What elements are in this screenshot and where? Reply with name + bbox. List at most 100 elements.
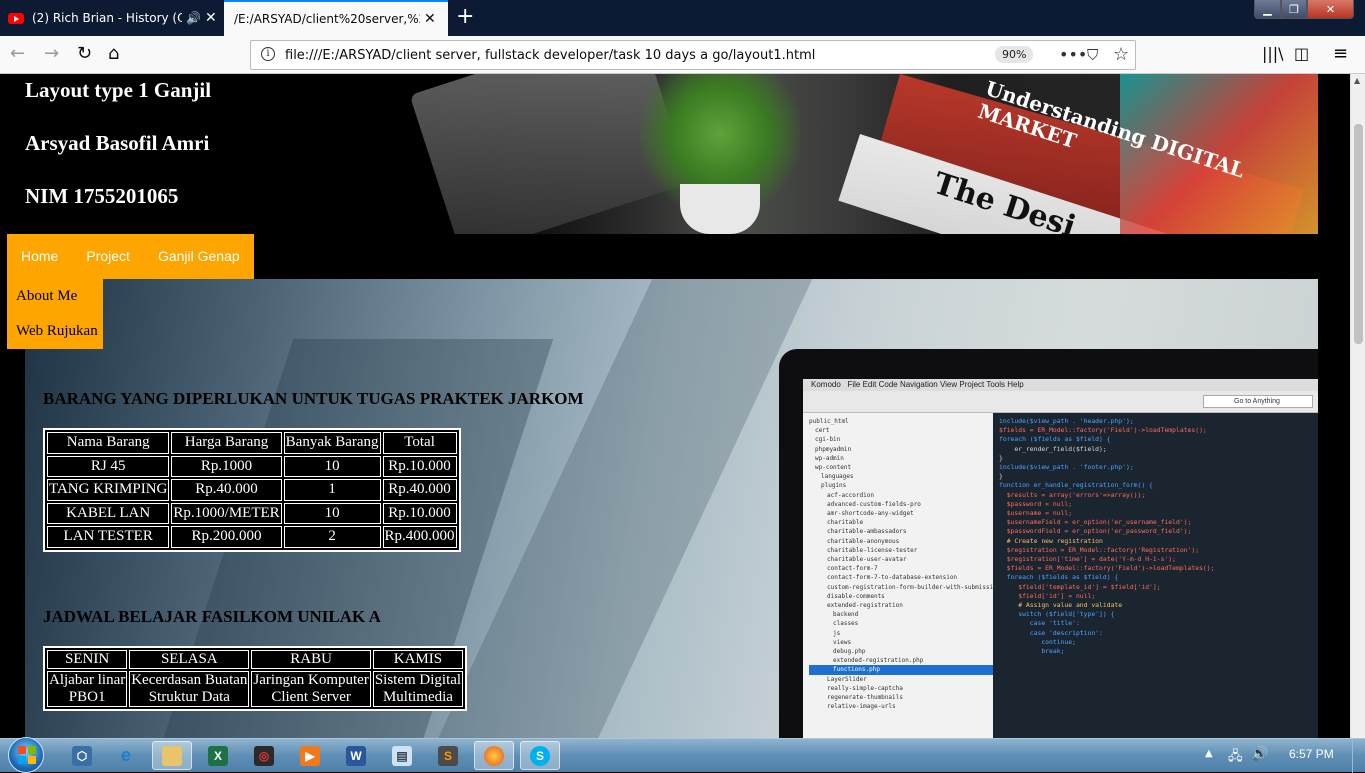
ide-file-tree: public_html cert cgi-bin phpmyadmin wp-admin… <box>803 413 993 738</box>
vertical-scrollbar[interactable]: ▲ <box>1350 74 1365 738</box>
ide-code-line: continue; <box>999 637 1076 646</box>
ide-code-line: break; <box>999 647 1065 656</box>
back-arrow-icon[interactable]: ← <box>10 44 25 64</box>
taskbar-word[interactable]: W <box>336 741 376 770</box>
ide-tree-item: cert <box>815 427 830 435</box>
zoom-level-badge[interactable]: 90% <box>995 46 1034 63</box>
taskbar-media-player[interactable]: ▶ <box>290 741 330 770</box>
table-cell: Rp.40.000 <box>171 479 282 501</box>
new-tab-button[interactable]: + <box>456 4 474 29</box>
dropdown-web-rujukan[interactable]: Web Rujukan <box>16 323 98 340</box>
tab-youtube[interactable]: (2) Rich Brian - History (Offi 🔊 ✕ <box>0 0 222 36</box>
bookmark-star-icon[interactable]: ☆ <box>1113 44 1129 65</box>
close-tab-icon[interactable]: ✕ <box>205 10 217 26</box>
nav-home-link[interactable]: Home <box>7 234 72 279</box>
ide-code-line: $passwordField = er_option('er_password_… <box>999 527 1192 536</box>
ide-tree-item: contact-form-7 <box>827 565 878 573</box>
section-title-barang: BARANG YANG DIPERLUKAN UNTUK TUGAS PRAKT… <box>43 389 584 408</box>
ide-tree-item: acf-accordion <box>827 491 874 499</box>
excel-icon: X <box>208 745 228 766</box>
minimize-button[interactable]: ▁ <box>1254 0 1281 19</box>
table-cell: Rp.1000/METER <box>171 502 282 524</box>
navigation-toolbar: ← → ↻ ⌂ i file:///E:/ARSYAD/client serve… <box>0 36 1365 74</box>
taskbar-skype[interactable]: S <box>520 741 560 770</box>
taskbar-sublime[interactable]: S <box>428 741 468 770</box>
taskbar-internet-explorer[interactable]: e <box>106 741 146 770</box>
laptop-screen: Komodo File Edit Code Navigation View Pr… <box>803 379 1318 738</box>
subject-line: Struktur Data <box>148 689 230 705</box>
ide-code-line: include($view_path . 'footer.php'); <box>999 463 1134 472</box>
system-clock[interactable]: 6:57 PM <box>1289 747 1334 761</box>
table-cell: 2 <box>283 526 381 548</box>
ide-code-editor: include($view_path . 'header.php'); $fiel… <box>993 413 1318 738</box>
ide-menu: File Edit Code Navigation View Project T… <box>847 380 1024 389</box>
table-cell: 10 <box>283 455 381 477</box>
taskbar-app-red[interactable]: ◎ <box>244 741 284 770</box>
taskbar-excel[interactable]: X <box>198 741 238 770</box>
folder-icon <box>162 745 182 766</box>
tab-title: (2) Rich Brian - History (Offi <box>32 11 182 25</box>
ide-code-line: switch ($field['type']) { <box>999 610 1115 619</box>
table-cell: Rp.400.000 <box>382 526 457 548</box>
table-header-row: SENIN SELASA RABU KAMIS <box>47 650 464 669</box>
subject-line: Jaringan Komputer <box>253 672 369 688</box>
subject-line: Multimedia <box>382 689 453 705</box>
ide-code-line: $fields = ER_Model::factory('Field')->lo… <box>999 426 1207 435</box>
dropdown-about-me[interactable]: About Me <box>16 288 77 305</box>
taskbar-notepad[interactable]: ▤ <box>382 741 422 770</box>
page-actions-icon[interactable]: ••• <box>1059 45 1087 64</box>
tab-layout1[interactable]: /E:/ARSYAD/client%20server,%20fu ✕ <box>224 0 448 36</box>
close-tab-icon[interactable]: ✕ <box>424 11 436 27</box>
home-icon[interactable]: ⌂ <box>108 44 119 64</box>
library-icon[interactable]: |||\ <box>1262 44 1284 64</box>
taskbar-app-cube[interactable]: ⬡ <box>62 741 102 770</box>
ide-code-line: function er_handle_registration_form() { <box>999 481 1153 490</box>
volume-icon[interactable]: 🔊 <box>1251 746 1268 762</box>
taskbar-file-explorer[interactable] <box>152 741 192 770</box>
skype-icon: S <box>530 745 550 766</box>
hamburger-menu-icon[interactable]: ≡ <box>1333 44 1348 64</box>
close-window-button[interactable]: ✕ <box>1307 0 1354 19</box>
maximize-button[interactable]: ❐ <box>1281 0 1307 19</box>
table-row: KABEL LAN Rp.1000/METER 10 Rp.10.000 <box>47 502 457 524</box>
show-desktop-button[interactable] <box>1352 739 1365 773</box>
reload-icon[interactable]: ↻ <box>77 44 92 64</box>
ide-code-line: } <box>999 453 1003 462</box>
ide-tree-item: custom-registration-form-builder-with-su… <box>827 583 993 591</box>
windows-logo-icon <box>18 746 36 764</box>
network-icon[interactable]: 🖧 <box>1228 747 1243 769</box>
nav-menu: Home Project Ganjil Genap <box>7 234 254 279</box>
speaker-icon[interactable]: 🔊 <box>186 11 201 25</box>
scrollbar-thumb[interactable] <box>1354 124 1363 344</box>
scroll-up-arrow-icon[interactable]: ▲ <box>1354 76 1360 85</box>
ide-code-line: $field['template_id'] = $field['id']; <box>999 582 1161 591</box>
word-icon: W <box>346 745 366 766</box>
table-row: TANG KRIMPING Rp.40.000 1 Rp.40.000 <box>47 479 457 501</box>
sublime-text-icon: S <box>438 745 458 766</box>
ide-code-line: $field['id'] = null; <box>999 591 1096 600</box>
url-text[interactable]: file:///E:/ARSYAD/client server, fullsta… <box>285 48 815 63</box>
table-cell: Rp.40.000 <box>382 479 457 501</box>
address-bar[interactable]: i file:///E:/ARSYAD/client server, fulls… <box>250 40 1136 70</box>
ide-tree-item: really-simple-captcha <box>827 684 903 692</box>
laptop-image: Komodo File Edit Code Navigation View Pr… <box>779 349 1318 738</box>
tab-strip: (2) Rich Brian - History (Offi 🔊 ✕ /E:/A… <box>0 0 1365 36</box>
show-hidden-icons-icon[interactable]: ▲ <box>1205 748 1213 759</box>
ide-code-line: $usernameField = er_option('er_username_… <box>999 518 1192 527</box>
windows-taskbar: ⬡ e X ◎ ▶ W ▤ S S ▲ 🖧 🔊 6:57 PM <box>0 737 1365 773</box>
nav-ganjil-genap-link[interactable]: Ganjil Genap <box>144 234 254 279</box>
info-icon[interactable]: i <box>261 47 275 61</box>
app-red-icon: ◎ <box>254 745 274 766</box>
forward-arrow-icon[interactable]: → <box>44 44 59 64</box>
ide-tree-item: functions.php <box>809 665 993 675</box>
sidebar-toggle-icon[interactable]: ◫ <box>1294 44 1309 64</box>
taskbar-firefox[interactable] <box>474 741 514 770</box>
table-header-cell: Total <box>382 432 457 454</box>
student-id: NIM 1755201065 <box>25 184 179 208</box>
ide-code-line: foreach ($fields as $field) { <box>999 573 1119 582</box>
pocket-icon[interactable]: ⛉ <box>1087 46 1098 64</box>
nav-project-link[interactable]: Project <box>72 234 144 279</box>
start-button[interactable] <box>8 737 44 773</box>
table-row: Aljabar linar PBO1 Kecerdasan Buatan Struk… <box>47 671 464 707</box>
table-cell: Rp.200.000 <box>171 526 282 548</box>
